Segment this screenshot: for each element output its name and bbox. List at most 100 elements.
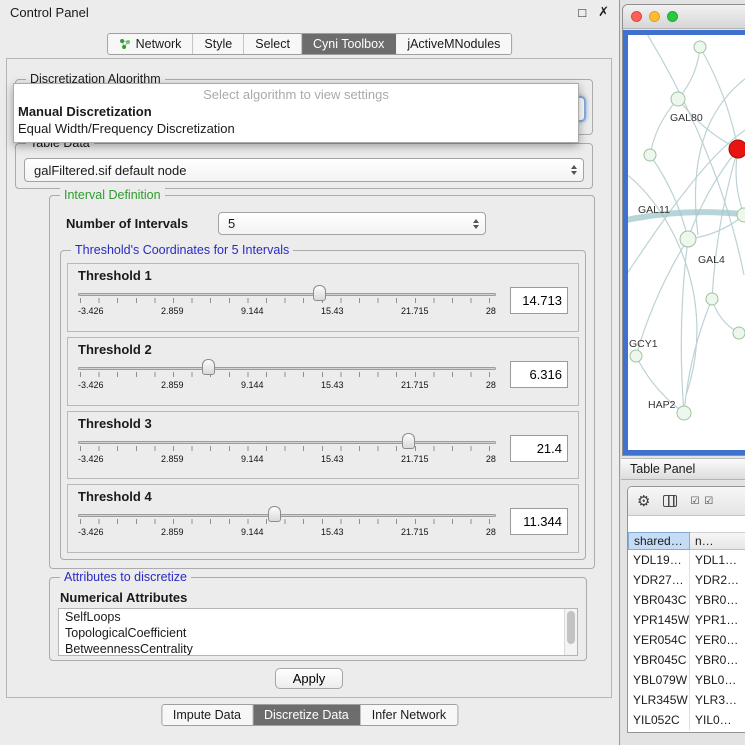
threshold-panel: Threshold 1-3.4262.8599.14415.4321.71528 bbox=[67, 263, 579, 332]
table-row[interactable]: YLR345WYLR3… bbox=[628, 690, 745, 710]
table-cell[interactable]: YBR0… bbox=[690, 590, 745, 610]
table-row[interactable]: YIL052CYIL0… bbox=[628, 710, 745, 730]
table-cell[interactable]: YDR2… bbox=[690, 570, 745, 590]
threshold-slider[interactable] bbox=[78, 506, 496, 524]
network-node-label: GAL80 bbox=[670, 112, 703, 124]
selected-node[interactable] bbox=[729, 140, 745, 158]
network-node[interactable] bbox=[644, 149, 656, 161]
list-scrollbar[interactable] bbox=[564, 609, 577, 655]
zoom-traffic-light-icon[interactable] bbox=[667, 11, 678, 22]
table-cell[interactable]: YPR145W bbox=[628, 610, 690, 630]
column-header-shared-name[interactable]: shared… bbox=[628, 532, 690, 550]
tab-label: jActiveMNodules bbox=[407, 37, 500, 51]
table-row[interactable]: YDL19…YDL1… bbox=[628, 550, 745, 570]
columns-icon[interactable] bbox=[663, 495, 677, 507]
table-panel-header[interactable]: Table Panel bbox=[621, 458, 745, 480]
control-panel-titlebar: Control Panel □ ✗ bbox=[0, 0, 619, 24]
slider-thumb-icon[interactable] bbox=[313, 285, 326, 301]
threshold-slider[interactable] bbox=[78, 285, 496, 303]
tab-impute-data[interactable]: Impute Data bbox=[162, 705, 253, 725]
network-node[interactable] bbox=[733, 327, 745, 339]
table-row[interactable]: YBR045CYBR0… bbox=[628, 650, 745, 670]
float-window-icon[interactable]: □ bbox=[578, 5, 586, 20]
attribute-item[interactable]: BetweennessCentrality bbox=[59, 641, 577, 656]
close-icon[interactable]: ✗ bbox=[598, 4, 609, 20]
network-node[interactable] bbox=[706, 293, 718, 305]
attribute-list[interactable]: SelfLoopsTopologicalCoefficientBetweenne… bbox=[58, 608, 578, 656]
gear-icon[interactable]: ⚙ bbox=[637, 494, 650, 509]
network-node[interactable] bbox=[680, 231, 696, 247]
network-edge[interactable] bbox=[712, 299, 739, 333]
tab-select[interactable]: Select bbox=[244, 34, 302, 54]
tab-network[interactable]: Network bbox=[108, 34, 194, 54]
threshold-value-input[interactable] bbox=[510, 361, 568, 388]
tab-jactivemnodules[interactable]: jActiveMNodules bbox=[396, 34, 511, 54]
algorithm-option[interactable]: Equal Width/Frequency Discretization bbox=[14, 120, 578, 137]
column-header-name[interactable]: n… bbox=[690, 532, 745, 550]
scrollbar-thumb[interactable] bbox=[567, 611, 575, 644]
network-node[interactable] bbox=[694, 41, 706, 53]
threshold-label: Threshold 3 bbox=[78, 416, 568, 431]
table-data-group: Table Data galFiltered.sif default node bbox=[15, 143, 593, 189]
tab-label: Network bbox=[136, 37, 182, 51]
threshold-value-input[interactable] bbox=[510, 435, 568, 462]
table-cell[interactable]: YDR27… bbox=[628, 570, 690, 590]
table-cell[interactable]: YBR043C bbox=[628, 590, 690, 610]
table-row[interactable]: YPR145WYPR1… bbox=[628, 610, 745, 630]
network-edge[interactable] bbox=[678, 47, 700, 99]
tab-discretize-data[interactable]: Discretize Data bbox=[253, 705, 361, 725]
table-cell[interactable]: YBL0… bbox=[690, 670, 745, 690]
table-row[interactable]: YBL079WYBL0… bbox=[628, 670, 745, 690]
table-cell[interactable]: YLR345W bbox=[628, 690, 690, 710]
threshold-slider[interactable] bbox=[78, 359, 496, 377]
scale-tick-label: 9.144 bbox=[241, 380, 264, 390]
number-of-intervals-select[interactable]: 5 bbox=[218, 212, 486, 235]
network-edge[interactable] bbox=[736, 149, 744, 215]
network-canvas[interactable]: GAL80GAL11GAL4GCY1HAP2 bbox=[623, 30, 745, 455]
table-cell[interactable]: YIL0… bbox=[690, 710, 745, 730]
table-cell[interactable]: YDL1… bbox=[690, 550, 745, 570]
interval-definition-group: Interval Definition Number of Intervals … bbox=[49, 195, 595, 569]
network-node[interactable] bbox=[630, 350, 642, 362]
tab-label: Discretize Data bbox=[264, 708, 349, 722]
table-cell[interactable]: YLR3… bbox=[690, 690, 745, 710]
network-edge[interactable] bbox=[650, 99, 678, 155]
table-cell[interactable]: YBR045C bbox=[628, 650, 690, 670]
minimize-traffic-light-icon[interactable] bbox=[649, 11, 660, 22]
slider-thumb-icon[interactable] bbox=[402, 433, 415, 449]
tab-infer-network[interactable]: Infer Network bbox=[361, 705, 457, 725]
table-cell[interactable]: YPR1… bbox=[690, 610, 745, 630]
slider-scale: -3.4262.8599.14415.4321.71528 bbox=[78, 380, 496, 390]
slider-thumb-icon[interactable] bbox=[202, 359, 215, 375]
table-cell[interactable]: YDL19… bbox=[628, 550, 690, 570]
table-row[interactable]: YBR043CYBR0… bbox=[628, 590, 745, 610]
network-edge[interactable] bbox=[684, 299, 712, 413]
network-node-label: GCY1 bbox=[629, 338, 658, 350]
select-columns-icon[interactable]: ☑ ☑ bbox=[690, 496, 714, 507]
table-row[interactable]: YDR27…YDR2… bbox=[628, 570, 745, 590]
threshold-value-input[interactable] bbox=[510, 287, 568, 314]
attribute-item[interactable]: TopologicalCoefficient bbox=[59, 625, 577, 641]
threshold-slider[interactable] bbox=[78, 433, 496, 451]
network-edge[interactable] bbox=[678, 99, 738, 149]
tab-style[interactable]: Style bbox=[193, 34, 244, 54]
table-data-select[interactable]: galFiltered.sif default node bbox=[24, 158, 584, 182]
network-node[interactable] bbox=[677, 406, 691, 420]
tab-cyni-toolbox[interactable]: Cyni Toolbox bbox=[302, 34, 396, 54]
close-traffic-light-icon[interactable] bbox=[631, 11, 642, 22]
attribute-item[interactable]: SelfLoops bbox=[59, 609, 577, 625]
threshold-value-input[interactable] bbox=[510, 508, 568, 535]
table-cell[interactable]: YIL052C bbox=[628, 710, 690, 730]
table-cell[interactable]: YER0… bbox=[690, 630, 745, 650]
apply-button[interactable]: Apply bbox=[275, 668, 343, 689]
algorithm-options: Manual DiscretizationEqual Width/Frequen… bbox=[14, 103, 578, 137]
table-cell[interactable]: YBR0… bbox=[690, 650, 745, 670]
network-node[interactable] bbox=[671, 92, 685, 106]
algorithm-option[interactable]: Manual Discretization bbox=[14, 103, 578, 120]
network-edge[interactable] bbox=[712, 149, 738, 299]
scale-tick-label: 28 bbox=[486, 527, 496, 537]
table-cell[interactable]: YER054C bbox=[628, 630, 690, 650]
table-cell[interactable]: YBL079W bbox=[628, 670, 690, 690]
slider-thumb-icon[interactable] bbox=[268, 506, 281, 522]
table-row[interactable]: YER054CYER0… bbox=[628, 630, 745, 650]
